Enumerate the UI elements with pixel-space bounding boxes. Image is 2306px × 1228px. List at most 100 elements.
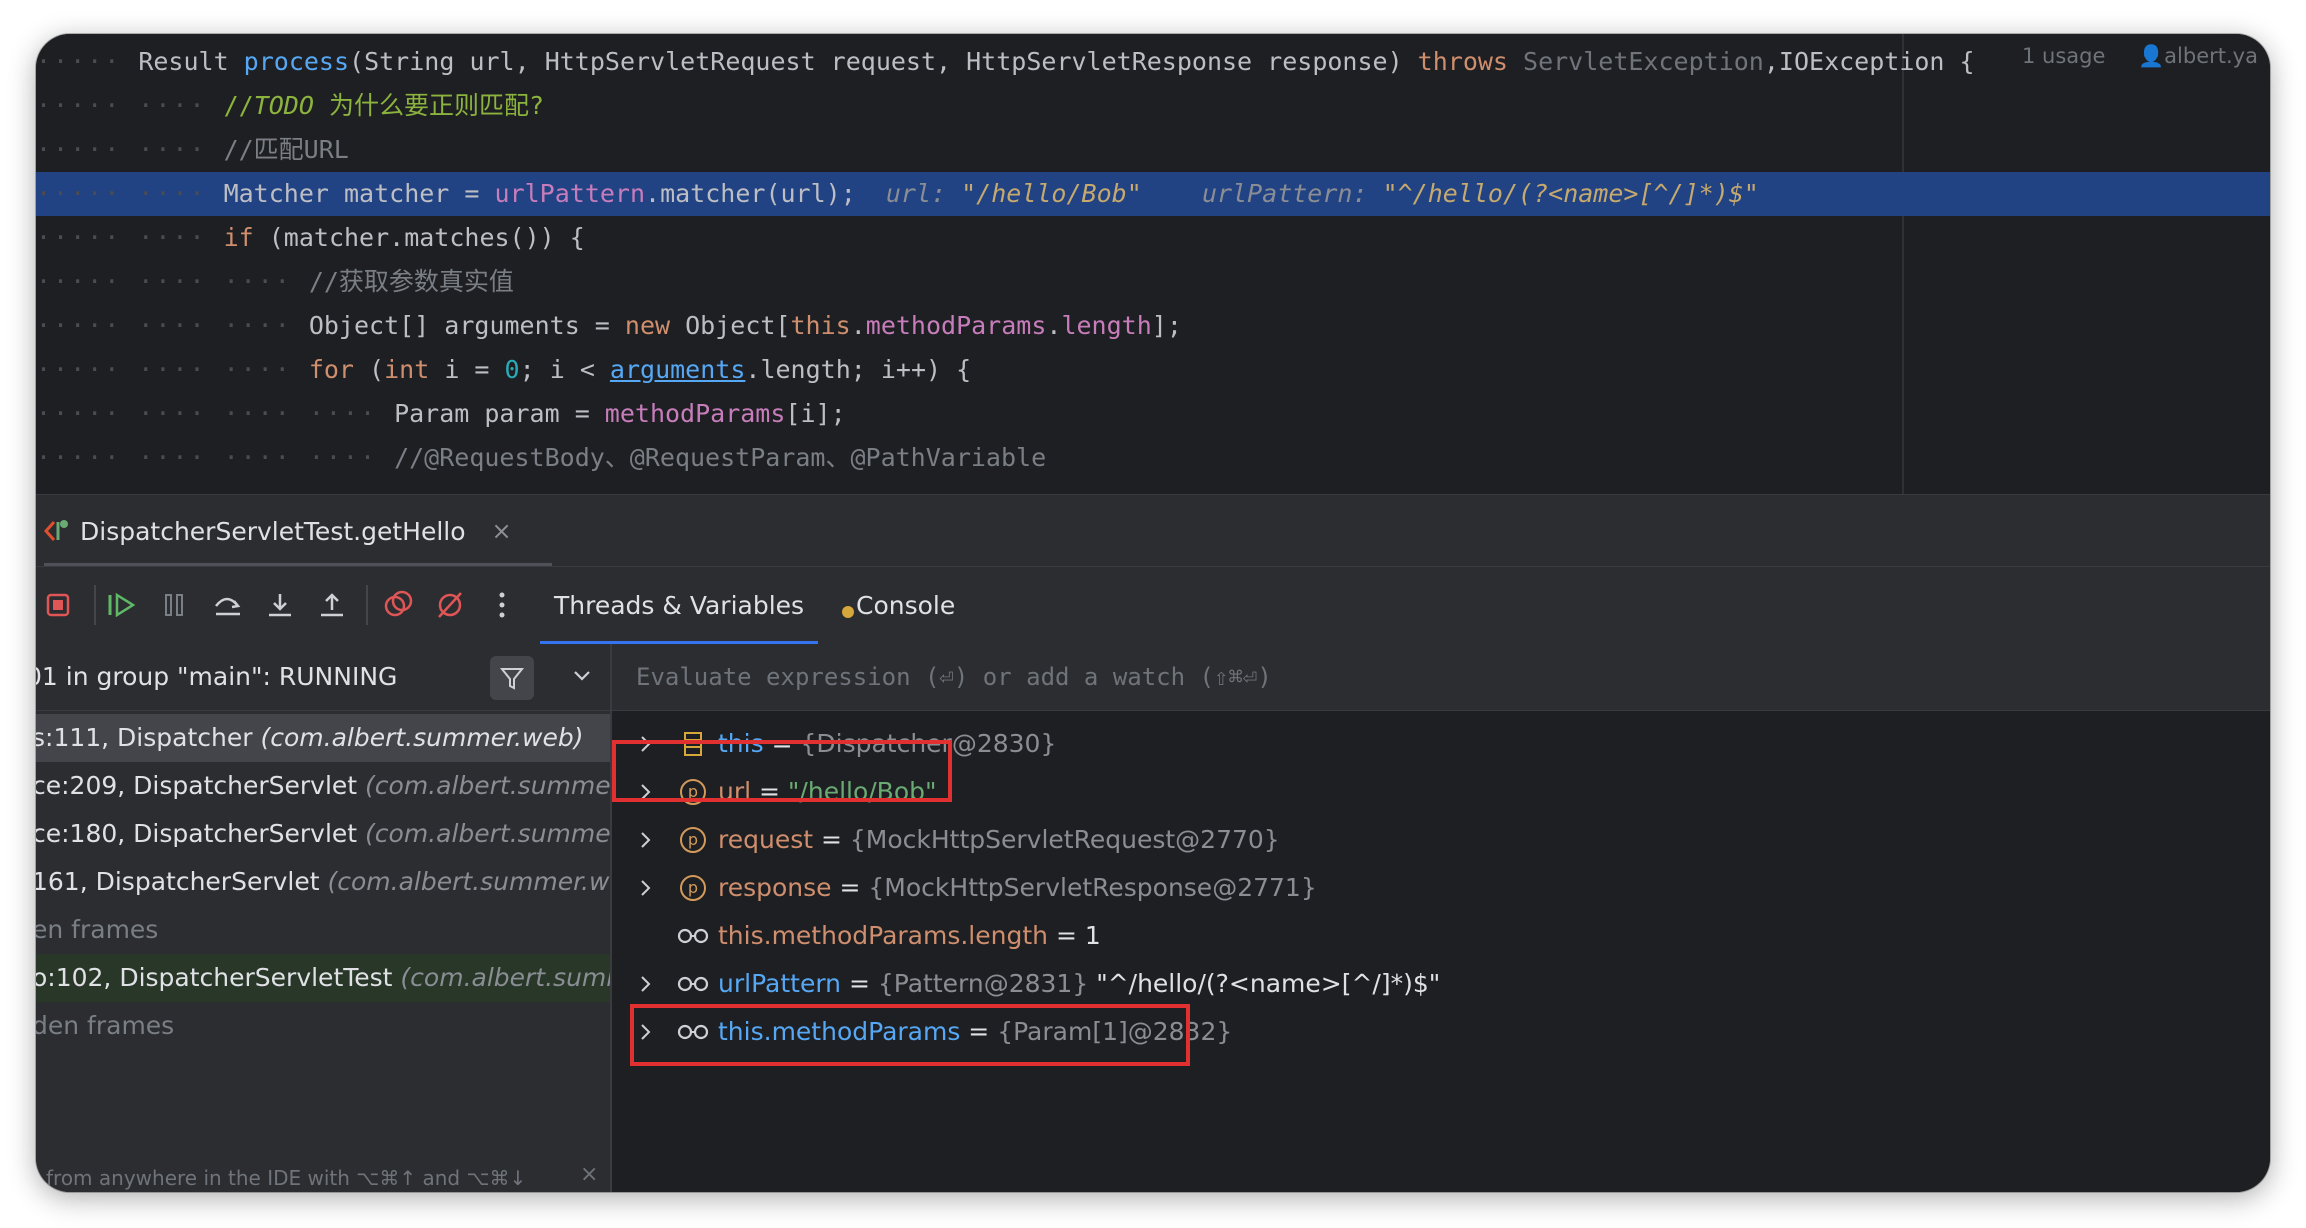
equals-sign: = — [841, 969, 878, 998]
code-token: TODO — [253, 91, 314, 120]
indent-guide: ····· ···· — [36, 223, 224, 252]
frame-method: 161, DispatcherServlet — [36, 867, 328, 896]
code-token: . — [1046, 311, 1062, 340]
variable-row[interactable]: urlPattern = {Pattern@2831} "^/hello/(?<… — [612, 960, 2270, 1008]
variable-content: this = {Dispatcher@2830} — [718, 720, 1056, 768]
chevron-right-icon[interactable] — [636, 768, 656, 816]
equals-sign: = — [751, 777, 788, 806]
variable-content: urlPattern = {Pattern@2831} "^/hello/(?<… — [718, 960, 1440, 1008]
tab-debug-session[interactable]: DispatcherServletTest.getHello × — [44, 495, 552, 567]
tab-console[interactable]: Console — [842, 567, 955, 645]
indent-guide: ····· ···· — [36, 135, 224, 164]
parameter-icon: p — [676, 864, 710, 912]
code-token: Matcher matcher = — [223, 179, 495, 208]
step-over-icon[interactable] — [210, 587, 246, 623]
chevron-right-icon[interactable] — [636, 864, 656, 912]
step-into-icon[interactable] — [262, 587, 298, 623]
indent-guide: ····· ···· ···· — [36, 355, 309, 384]
variable-value: {MockHttpServletRequest@2770} — [849, 825, 1280, 854]
variable-name: request — [718, 825, 814, 854]
code-token: ]; — [1151, 311, 1182, 340]
thread-selector[interactable]: 01 in group "main": RUNNING — [36, 644, 610, 711]
mute-breakpoints-icon[interactable] — [432, 587, 468, 623]
stack-frame-row[interactable]: s:111, Dispatcher (com.albert.summer.web… — [36, 714, 610, 762]
more-icon[interactable] — [484, 587, 520, 623]
stack-frame-row[interactable]: 161, DispatcherServlet (com.albert.summe… — [36, 858, 610, 906]
variable-name: this — [718, 729, 764, 758]
tab-threads-variables[interactable]: Threads & Variables — [539, 567, 819, 645]
variable-content: response = {MockHttpServletResponse@2771… — [718, 864, 1317, 912]
frame-method: s:111, Dispatcher — [36, 723, 261, 752]
indent-guide: ····· ···· ···· ···· — [36, 443, 395, 472]
chevron-right-icon[interactable] — [636, 1008, 656, 1056]
frame-class: (com.albert.summer.web) — [327, 867, 610, 896]
equals-sign: = — [960, 1017, 998, 1046]
chevron-right-icon[interactable] — [636, 816, 656, 864]
variable-row[interactable]: p request = {MockHttpServletRequest@2770} — [612, 816, 2270, 864]
code-line[interactable]: ····· ···· ···· Object[] arguments = new… — [36, 304, 2270, 348]
frame-method: en frames — [36, 915, 159, 944]
resume-icon[interactable] — [104, 587, 140, 623]
variable-content: request = {MockHttpServletRequest@2770} — [718, 816, 1280, 864]
filter-icon[interactable] — [490, 656, 534, 700]
code-token: //匹配URL — [223, 135, 349, 164]
variable-row[interactable]: this = {Dispatcher@2830} — [612, 720, 2270, 768]
chevron-right-icon[interactable] — [636, 960, 656, 1008]
code-token: Param param = — [394, 399, 605, 428]
variable-row[interactable]: this.methodParams = {Param[1]@2832} — [612, 1008, 2270, 1056]
tab-console-label: Console — [856, 591, 956, 620]
code-line[interactable]: ····· ···· ···· ···· //@RequestBody、@Req… — [36, 436, 2270, 480]
code-line[interactable]: ····· ···· //TODO 为什么要正则匹配? — [36, 84, 2270, 128]
chevron-right-icon[interactable] — [636, 720, 656, 768]
pause-icon[interactable] — [156, 587, 192, 623]
watch-icon — [676, 912, 710, 960]
code-line[interactable]: ····· ···· //匹配URL — [36, 128, 2270, 172]
stop-icon[interactable] — [40, 587, 76, 623]
code-token: urlPattern — [494, 179, 646, 208]
close-hint-icon[interactable]: × — [580, 1162, 598, 1187]
view-breakpoints-icon[interactable] — [380, 587, 416, 623]
code-line[interactable]: ····· ···· ···· ···· Param param = metho… — [36, 392, 2270, 436]
evaluate-expression-bar[interactable]: Evaluate expression (⏎) or add a watch (… — [612, 644, 2270, 711]
usage-hint[interactable]: 1 usage — [2022, 34, 2105, 78]
equals-sign: = — [831, 873, 869, 902]
code-token: throws — [1417, 47, 1524, 76]
watch-icon — [676, 960, 710, 1008]
code-token: .matcher(url); — [645, 179, 886, 208]
variable-string-value: "^/hello/(?<name>[^/]*)$" — [1088, 969, 1441, 998]
code-line[interactable]: ····· ···· if (matcher.matches()) { — [36, 216, 2270, 260]
hidden-frames-row[interactable]: en frames — [36, 906, 610, 954]
indent-guide: ····· ···· ···· ···· — [36, 399, 395, 428]
evaluate-expression-input[interactable]: Evaluate expression (⏎) or add a watch (… — [636, 644, 1272, 710]
code-token: Object[ — [685, 311, 791, 340]
code-token: 为什么要正则匹配? — [313, 91, 545, 120]
equals-sign: = — [763, 729, 801, 758]
equals-sign: = — [1048, 921, 1085, 950]
variable-row[interactable]: p response = {MockHttpServletResponse@277… — [612, 864, 2270, 912]
watch-icon — [676, 1008, 710, 1056]
code-token: Result — [138, 47, 244, 76]
stack-frame-row[interactable]: ce:180, DispatcherServlet (com.albert.su… — [36, 810, 610, 858]
author-hint[interactable]: 👤albert.ya — [2138, 34, 2258, 78]
frame-class: (com.albert.summer) — [400, 963, 610, 992]
code-line[interactable]: ····· ···· ···· for (int i = 0; i < argu… — [36, 348, 2270, 392]
code-token: i = — [444, 355, 505, 384]
frame-class: (com.albert.summer.web) — [260, 723, 584, 752]
step-out-icon[interactable] — [314, 587, 350, 623]
variable-row[interactable]: this.methodParams.length = 1 — [612, 912, 2270, 960]
chevron-down-icon[interactable] — [564, 658, 600, 694]
code-token: //@RequestBody、@RequestParam、@PathVariab… — [394, 443, 1047, 472]
code-line[interactable]: ····· ···· ···· //获取参数真实值 — [36, 260, 2270, 304]
code-token: process — [243, 47, 350, 76]
close-tab-icon[interactable]: × — [492, 517, 512, 545]
code-editor[interactable]: ····· Result process(String url, HttpSer… — [36, 34, 2270, 494]
variable-row[interactable]: p url = "/hello/Bob" — [612, 768, 2270, 816]
code-token: // — [223, 91, 254, 120]
code-line[interactable]: ····· Result process(String url, HttpSer… — [36, 40, 2270, 84]
code-token: "^/hello/(?<name>[^/]*)$" — [1382, 179, 1759, 208]
stack-frame-row[interactable]: o:102, DispatcherServletTest (com.albert… — [36, 954, 610, 1002]
toolbar-separator — [366, 585, 368, 625]
code-line-current[interactable]: ····· ···· Matcher matcher = urlPattern.… — [36, 172, 2270, 216]
hidden-frames-row[interactable]: den frames — [36, 1002, 610, 1050]
stack-frame-row[interactable]: ce:209, DispatcherServlet (com.albert.su… — [36, 762, 610, 810]
